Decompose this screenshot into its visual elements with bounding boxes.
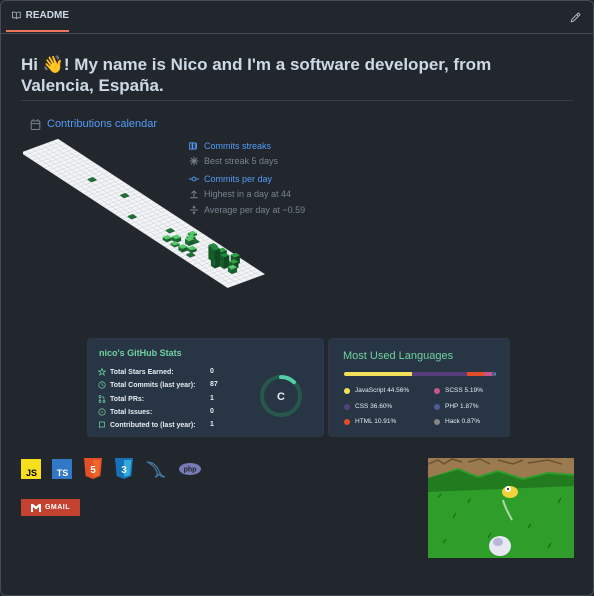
sparkle-icon [189, 156, 199, 166]
language-label: HTML 10.91% [355, 418, 397, 425]
language-dot [434, 418, 440, 425]
streak-icon [189, 142, 197, 150]
github-stats-title: nico's GitHub Stats [99, 348, 182, 358]
typescript-icon[interactable]: TS [52, 459, 72, 479]
edit-button[interactable] [570, 10, 581, 28]
language-item: CSS 36.60% [344, 403, 392, 410]
clock-icon [98, 381, 106, 389]
github-stats-card[interactable]: nico's GitHub Stats Total Stars Earned: … [87, 338, 324, 437]
wave-emoji: 👋 [42, 55, 64, 74]
gmail-icon [30, 503, 41, 512]
average-row: Average per day at ~0.59 [189, 202, 305, 218]
contributions-calendar-link[interactable]: Contributions calendar [30, 118, 157, 130]
stat-row-stars: Total Stars Earned: [98, 368, 174, 376]
pencil-icon [570, 12, 581, 23]
language-dot [434, 403, 440, 410]
commits-per-day-row[interactable]: Commits per day [189, 171, 305, 187]
language-item: SCSS 5.19% [434, 387, 483, 394]
typescript-icon-text: TS [57, 468, 69, 478]
page-title: Hi 👋! My name is Nico and I'm a software… [21, 54, 561, 96]
language-dot [344, 403, 350, 410]
mysql-icon[interactable] [145, 459, 167, 479]
javascript-icon[interactable]: JS [21, 459, 41, 479]
star-icon [98, 368, 106, 376]
highest-text: Highest in a day at 44 [204, 189, 292, 200]
heading-pre: Hi [21, 55, 43, 74]
language-label: PHP 1.87% [445, 403, 479, 410]
html5-icon-text: 5 [90, 465, 96, 476]
pull-request-icon [98, 395, 106, 403]
gmail-label: GMAIL [44, 504, 71, 511]
stat-row-issues: Total Issues: [98, 408, 152, 416]
best-streak-text: Best streak 5 days [204, 156, 279, 167]
rank-letter: C [277, 391, 285, 403]
language-bar-segment [483, 372, 492, 376]
tab-readme[interactable]: README [6, 1, 69, 32]
best-streak-row: Best streak 5 days [189, 154, 305, 170]
commit-icon [189, 176, 199, 182]
calendar-icon [30, 118, 41, 130]
language-item: PHP 1.87% [434, 403, 478, 410]
average-icon [190, 205, 198, 215]
language-label: SCSS 5.19% [445, 387, 483, 394]
tab-readme-label: README [25, 10, 69, 21]
tech-icons: JS TS 5 3 php [21, 458, 202, 480]
average-text: Average per day at ~0.59 [204, 204, 306, 215]
streak-stats: Commits streaks Best streak 5 days Commi… [189, 138, 305, 218]
readme-header: README [1, 1, 593, 34]
gmail-badge[interactable]: GMAIL [21, 499, 80, 516]
language-label: CSS 36.60% [355, 403, 393, 410]
language-bar-segment [467, 372, 484, 376]
php-icon[interactable]: php [178, 461, 202, 477]
stat-row-contributed: Contributed to (last year): [98, 421, 196, 429]
stat-label: Contributed to (last year): [110, 421, 196, 429]
commits-streaks-row[interactable]: Commits streaks [189, 138, 305, 154]
most-used-languages-card[interactable]: Most Used Languages JavaScript 44.56% SC… [328, 338, 510, 437]
book-icon [12, 11, 21, 20]
stat-value: 1 [210, 421, 214, 428]
issue-icon [98, 408, 106, 416]
stat-value: 87 [210, 381, 218, 388]
language-item: Hack 0.87% [434, 418, 480, 425]
stat-value: 0 [210, 408, 214, 415]
css3-icon-text: 3 [121, 465, 127, 476]
arrow-up-icon [190, 190, 198, 199]
language-label: JavaScript 44.56% [355, 387, 410, 394]
language-dot [344, 387, 350, 394]
php-icon-text: php [184, 467, 197, 474]
rank-ring: C [260, 375, 302, 417]
language-item: JavaScript 44.56% [344, 387, 409, 394]
commits-per-day-label: Commits per day [204, 173, 273, 184]
html5-icon[interactable]: 5 [83, 458, 103, 480]
stat-label: Total PRs: [110, 395, 145, 403]
contributions-calendar-label: Contributions calendar [47, 118, 158, 130]
language-bar-segment [344, 372, 412, 376]
stat-value: 1 [210, 395, 214, 402]
contribution-cell [210, 246, 221, 269]
highest-row: Highest in a day at 44 [189, 187, 305, 203]
readme-panel: README Hi 👋! My name is Nico and I'm a s… [0, 0, 594, 596]
languages-progress-bar [344, 372, 496, 376]
javascript-icon-text: JS [26, 468, 37, 478]
stat-label: Total Commits (last year): [110, 381, 196, 389]
css3-icon[interactable]: 3 [114, 458, 134, 480]
language-dot [344, 418, 350, 425]
language-dot [434, 387, 440, 394]
stat-row-commits: Total Commits (last year): [98, 381, 195, 389]
stat-value: 0 [210, 368, 214, 375]
commits-streaks-label: Commits streaks [204, 140, 272, 151]
stat-label: Total Stars Earned: [110, 368, 174, 376]
language-label: Hack 0.87% [445, 418, 481, 425]
languages-title: Most Used Languages [343, 350, 454, 362]
language-item: HTML 10.91% [344, 418, 396, 425]
heading-rest: ! My name is Nico and I'm a software dev… [21, 55, 492, 95]
contribution-cell [220, 252, 230, 270]
stat-row-prs: Total PRs: [98, 395, 144, 403]
language-bar-segment [411, 372, 468, 376]
repo-icon [99, 421, 105, 429]
stat-label: Total Issues: [110, 408, 153, 416]
heading-divider [21, 100, 573, 101]
homer-bush-gif [428, 458, 574, 558]
language-bar-segment [494, 372, 496, 376]
